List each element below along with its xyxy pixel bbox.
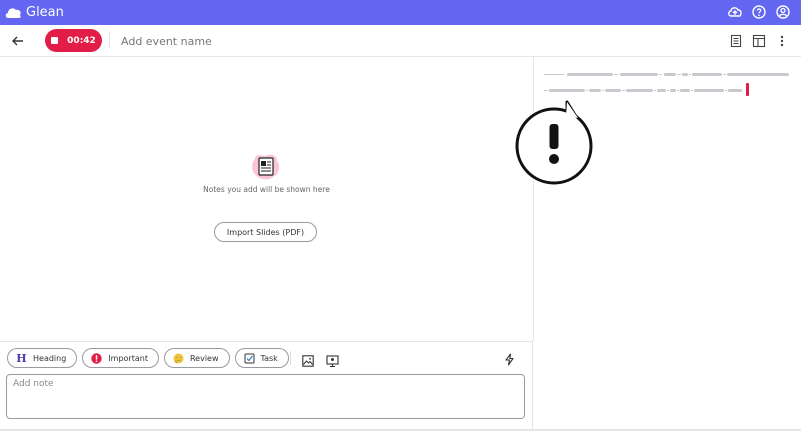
back-arrow-icon[interactable] — [9, 32, 27, 50]
image-icon[interactable] — [302, 352, 314, 367]
notes-empty-icon — [251, 153, 281, 181]
important-chip-label: Important — [108, 353, 148, 363]
stop-icon — [51, 37, 59, 44]
review-chip-label: Review — [189, 353, 219, 363]
event-toolbar: 00:42 — [0, 25, 801, 57]
import-slides-button[interactable]: Import Slides (PDF) — [214, 222, 317, 242]
important-chip[interactable]: Important — [82, 348, 159, 368]
presentation-icon[interactable] — [326, 352, 339, 367]
notes-empty-message: Notes you add will be shown here — [203, 185, 330, 194]
transcript-live-cursor — [746, 83, 749, 96]
alert-bubble-icon — [515, 96, 595, 188]
account-icon[interactable] — [775, 4, 791, 20]
help-icon[interactable] — [751, 4, 767, 20]
layout-icon[interactable] — [752, 33, 766, 48]
heading-chip[interactable]: H Heading — [7, 348, 78, 368]
review-chip[interactable]: Review — [163, 348, 230, 368]
composer-divider — [290, 351, 291, 365]
notes-panel-icon[interactable] — [729, 33, 743, 48]
notes-pane: Notes you add will be shown here Import … — [0, 57, 534, 341]
lightning-icon[interactable] — [504, 351, 515, 366]
more-icon[interactable] — [775, 33, 789, 47]
task-checkbox-icon — [244, 353, 255, 364]
toolbar-divider — [109, 31, 110, 49]
heading-chip-label: Heading — [33, 353, 67, 363]
cloud-upload-icon[interactable] — [727, 4, 743, 20]
task-chip-label: Task — [260, 353, 278, 363]
add-note-input[interactable] — [6, 374, 525, 419]
glean-logo: Glean — [5, 5, 64, 20]
task-chip[interactable]: Task — [234, 348, 289, 368]
app-header: Glean — [0, 0, 801, 25]
event-name-input[interactable] — [119, 31, 423, 51]
note-composer: H Heading Important Review Task — [0, 341, 533, 431]
important-icon — [91, 352, 102, 364]
glean-cloud-icon — [5, 8, 21, 18]
thinking-face-icon — [173, 353, 184, 364]
heading-icon: H — [16, 351, 27, 365]
recording-stop-button[interactable]: 00:42 — [45, 29, 102, 52]
recording-timer: 00:42 — [67, 35, 96, 46]
app-name: Glean — [26, 5, 64, 20]
